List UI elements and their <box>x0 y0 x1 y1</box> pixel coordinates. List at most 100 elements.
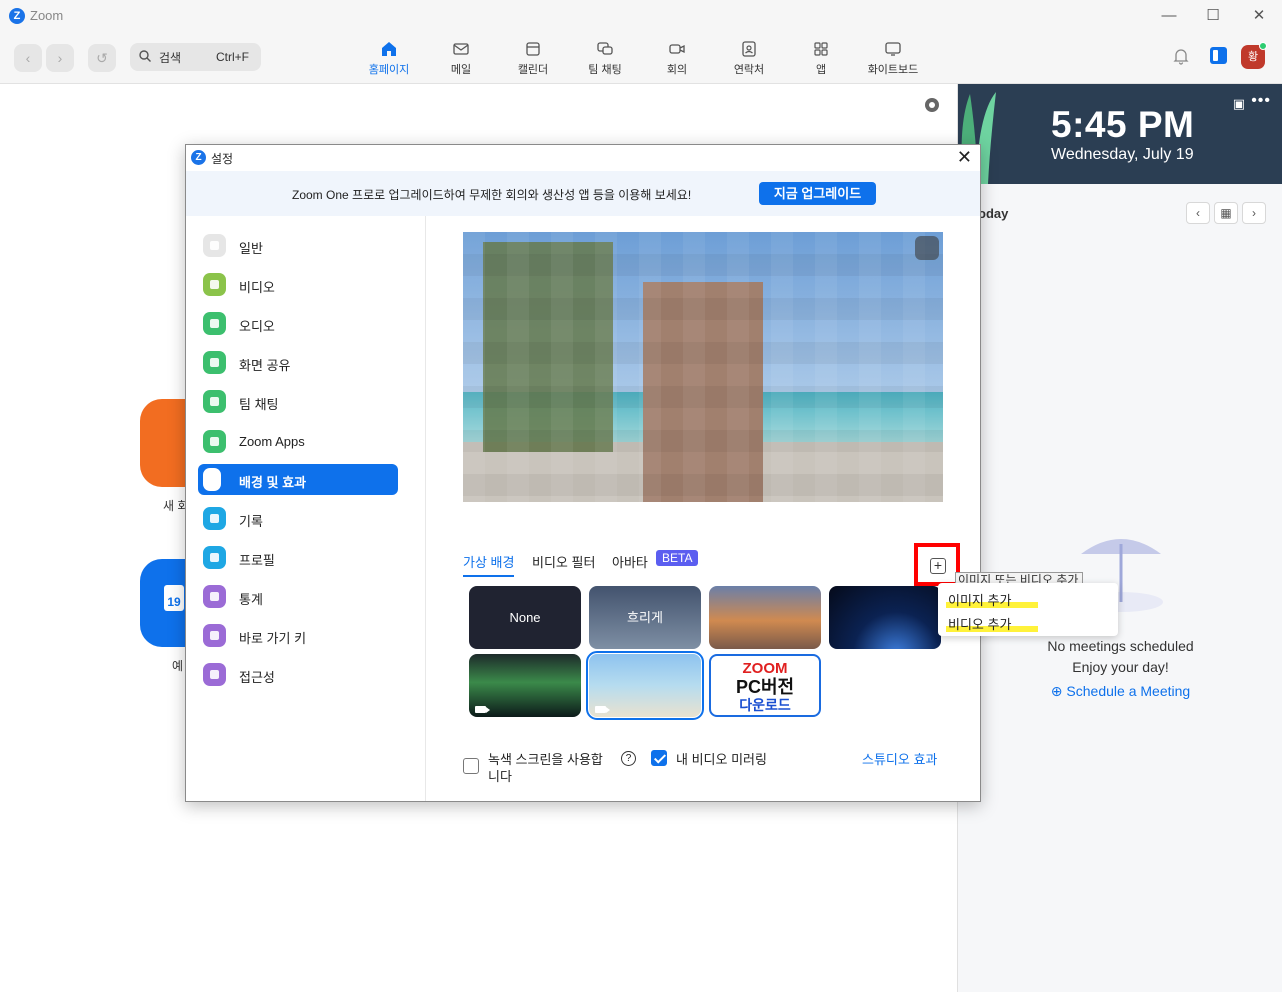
search-label: 검색 <box>159 51 182 65</box>
sidebar-item[interactable]: 프로필 <box>198 542 398 573</box>
tab-label: 화이트보드 <box>867 64 919 76</box>
contacts-icon <box>742 41 756 57</box>
tab-meetings[interactable]: 회의 <box>642 40 712 80</box>
home-icon <box>382 42 396 56</box>
minimize-button[interactable]: — <box>1146 4 1192 28</box>
sidebar-item[interactable]: 비디오 <box>198 269 398 300</box>
background-thumbnail-label <box>709 586 821 649</box>
dialog-title-bar: Z 설정 ✕ <box>186 145 980 171</box>
studio-effects-link[interactable]: 스튜디오 효과 <box>862 749 937 768</box>
sidebar-item[interactable]: 바로 가기 키 <box>198 620 398 651</box>
chat-icon <box>597 42 613 55</box>
sidebar-item[interactable]: 기록 <box>198 503 398 534</box>
background-thumbnail[interactable] <box>829 586 941 649</box>
green-screen-checkbox[interactable] <box>463 758 479 774</box>
calendar-icon <box>526 42 540 56</box>
sidebar-item-icon <box>203 430 226 453</box>
green-screen-label-line2: 니다 <box>488 769 512 784</box>
calendar-day: 19 <box>164 585 184 611</box>
sidebar-item[interactable]: 배경 및 효과 <box>198 464 398 495</box>
next-day-button[interactable]: › <box>1242 202 1266 224</box>
sidebar-item-label: 배경 및 효과 <box>239 475 307 490</box>
whiteboard-icon <box>885 42 901 56</box>
settings-gear-icon[interactable] <box>923 96 941 114</box>
sidebar-item-icon <box>203 390 226 413</box>
sidebar-item-label: 팀 채팅 <box>239 397 279 412</box>
add-video-menu-item[interactable]: 비디오 추가 <box>948 614 1011 633</box>
tab-home[interactable]: 홈페이지 <box>354 40 424 80</box>
sidebar-item[interactable]: 일반 <box>198 230 398 261</box>
close-window-button[interactable]: ✕ <box>1236 4 1282 28</box>
history-button[interactable]: ↺ <box>88 44 116 72</box>
forward-button[interactable]: › <box>46 44 74 72</box>
upgrade-button[interactable]: 지금 업그레이드 <box>759 182 876 205</box>
add-background-button[interactable]: + <box>914 543 960 586</box>
sidebar-item[interactable]: Zoom Apps <box>198 426 398 457</box>
tab-label: 앱 <box>815 64 827 76</box>
add-image-menu-item[interactable]: 이미지 추가 <box>948 590 1011 609</box>
background-thumbnail[interactable]: ZOOM PC버전 다운로드 <box>709 654 821 717</box>
banner-text: Zoom One 프로로 업그레이드하여 무제한 회의와 생산성 앱 등을 이용… <box>292 188 692 202</box>
help-icon[interactable]: ? <box>621 751 636 766</box>
dialog-title: 설정 <box>211 152 234 166</box>
back-button[interactable]: ‹ <box>14 44 42 72</box>
calendar-panel: 5:45 PM Wednesday, July 19 ▣ ••• oday ‹ … <box>957 84 1282 992</box>
add-menu: 이미지 추가 비디오 추가 <box>938 583 1118 636</box>
background-thumbnail-label: 흐리게 <box>627 610 663 625</box>
tab-label: 연락처 <box>733 64 765 76</box>
switch-camera-icon[interactable] <box>915 236 939 260</box>
sidebar-item-icon <box>203 312 226 335</box>
search-box[interactable]: 검색 Ctrl+F <box>130 43 261 71</box>
tab-virtual-background[interactable]: 가상 배경 <box>463 552 515 577</box>
clock-date: Wednesday, July 19 <box>1051 146 1194 163</box>
sidebar-item-label: 기록 <box>239 514 263 529</box>
calendar-picker-button[interactable]: ▦ <box>1214 202 1238 224</box>
sidebar-item-label: Zoom Apps <box>239 434 305 449</box>
tab-label: 캘린더 <box>517 64 549 76</box>
video-preview <box>463 232 943 502</box>
sidebar-item-icon <box>203 273 226 296</box>
sidebar-item[interactable]: 오디오 <box>198 308 398 339</box>
close-icon[interactable]: ✕ <box>957 147 972 168</box>
tab-whiteboard[interactable]: 화이트보드 <box>858 40 928 80</box>
background-thumbnail[interactable] <box>469 654 581 717</box>
video-camera-icon <box>475 706 490 713</box>
tab-video-filter[interactable]: 비디오 필터 <box>532 552 595 571</box>
schedule-icon: ⊕ <box>1050 683 1067 699</box>
schedule-label: 예 <box>172 659 184 673</box>
background-thumbnail-label: None <box>509 610 541 625</box>
sidebar-item[interactable]: 통계 <box>198 581 398 612</box>
background-thumbnail[interactable] <box>586 651 704 720</box>
beta-badge: BETA <box>656 550 699 566</box>
more-options-icon[interactable]: ••• <box>1251 92 1271 110</box>
side-panel-toggle-button[interactable] <box>1210 47 1227 64</box>
video-icon <box>669 44 685 54</box>
mail-icon <box>453 43 469 55</box>
mirror-video-checkbox[interactable] <box>651 750 667 766</box>
prev-day-button[interactable]: ‹ <box>1186 202 1210 224</box>
tab-calendar[interactable]: 캘린더 <box>498 40 568 80</box>
sidebar-item-label: 화면 공유 <box>239 358 291 373</box>
zoom-logo-icon: Z <box>9 8 25 24</box>
settings-dialog: Z 설정 ✕ Zoom One 프로로 업그레이드하여 무제한 회의와 생산성 … <box>185 144 981 802</box>
background-thumbnail[interactable] <box>709 586 821 649</box>
calendar-add-icon[interactable]: ▣ <box>1233 96 1245 112</box>
tab-contacts[interactable]: 연락처 <box>714 40 784 80</box>
sidebar-item-label: 프로필 <box>239 553 275 568</box>
search-icon <box>139 50 151 62</box>
tab-apps[interactable]: 앱 <box>786 40 856 80</box>
tab-team-chat[interactable]: 팀 채팅 <box>570 40 640 80</box>
today-label: oday <box>978 206 1009 221</box>
sidebar-item[interactable]: 화면 공유 <box>198 347 398 378</box>
schedule-meeting-link[interactable]: ⊕ Schedule a Meeting <box>958 683 1282 700</box>
sidebar-item[interactable]: 팀 채팅 <box>198 386 398 417</box>
background-thumbnail[interactable]: None <box>469 586 581 649</box>
bell-icon[interactable] <box>1172 47 1190 65</box>
background-thumbnail-label <box>829 586 941 649</box>
tab-mail[interactable]: 메일 <box>426 40 496 80</box>
maximize-button[interactable]: ☐ <box>1190 4 1236 28</box>
sidebar-item[interactable]: 접근성 <box>198 659 398 690</box>
tab-avatar[interactable]: 아바타 <box>612 552 648 571</box>
background-thumbnail[interactable]: 흐리게 <box>589 586 701 649</box>
sidebar-item-label: 접근성 <box>239 670 275 685</box>
